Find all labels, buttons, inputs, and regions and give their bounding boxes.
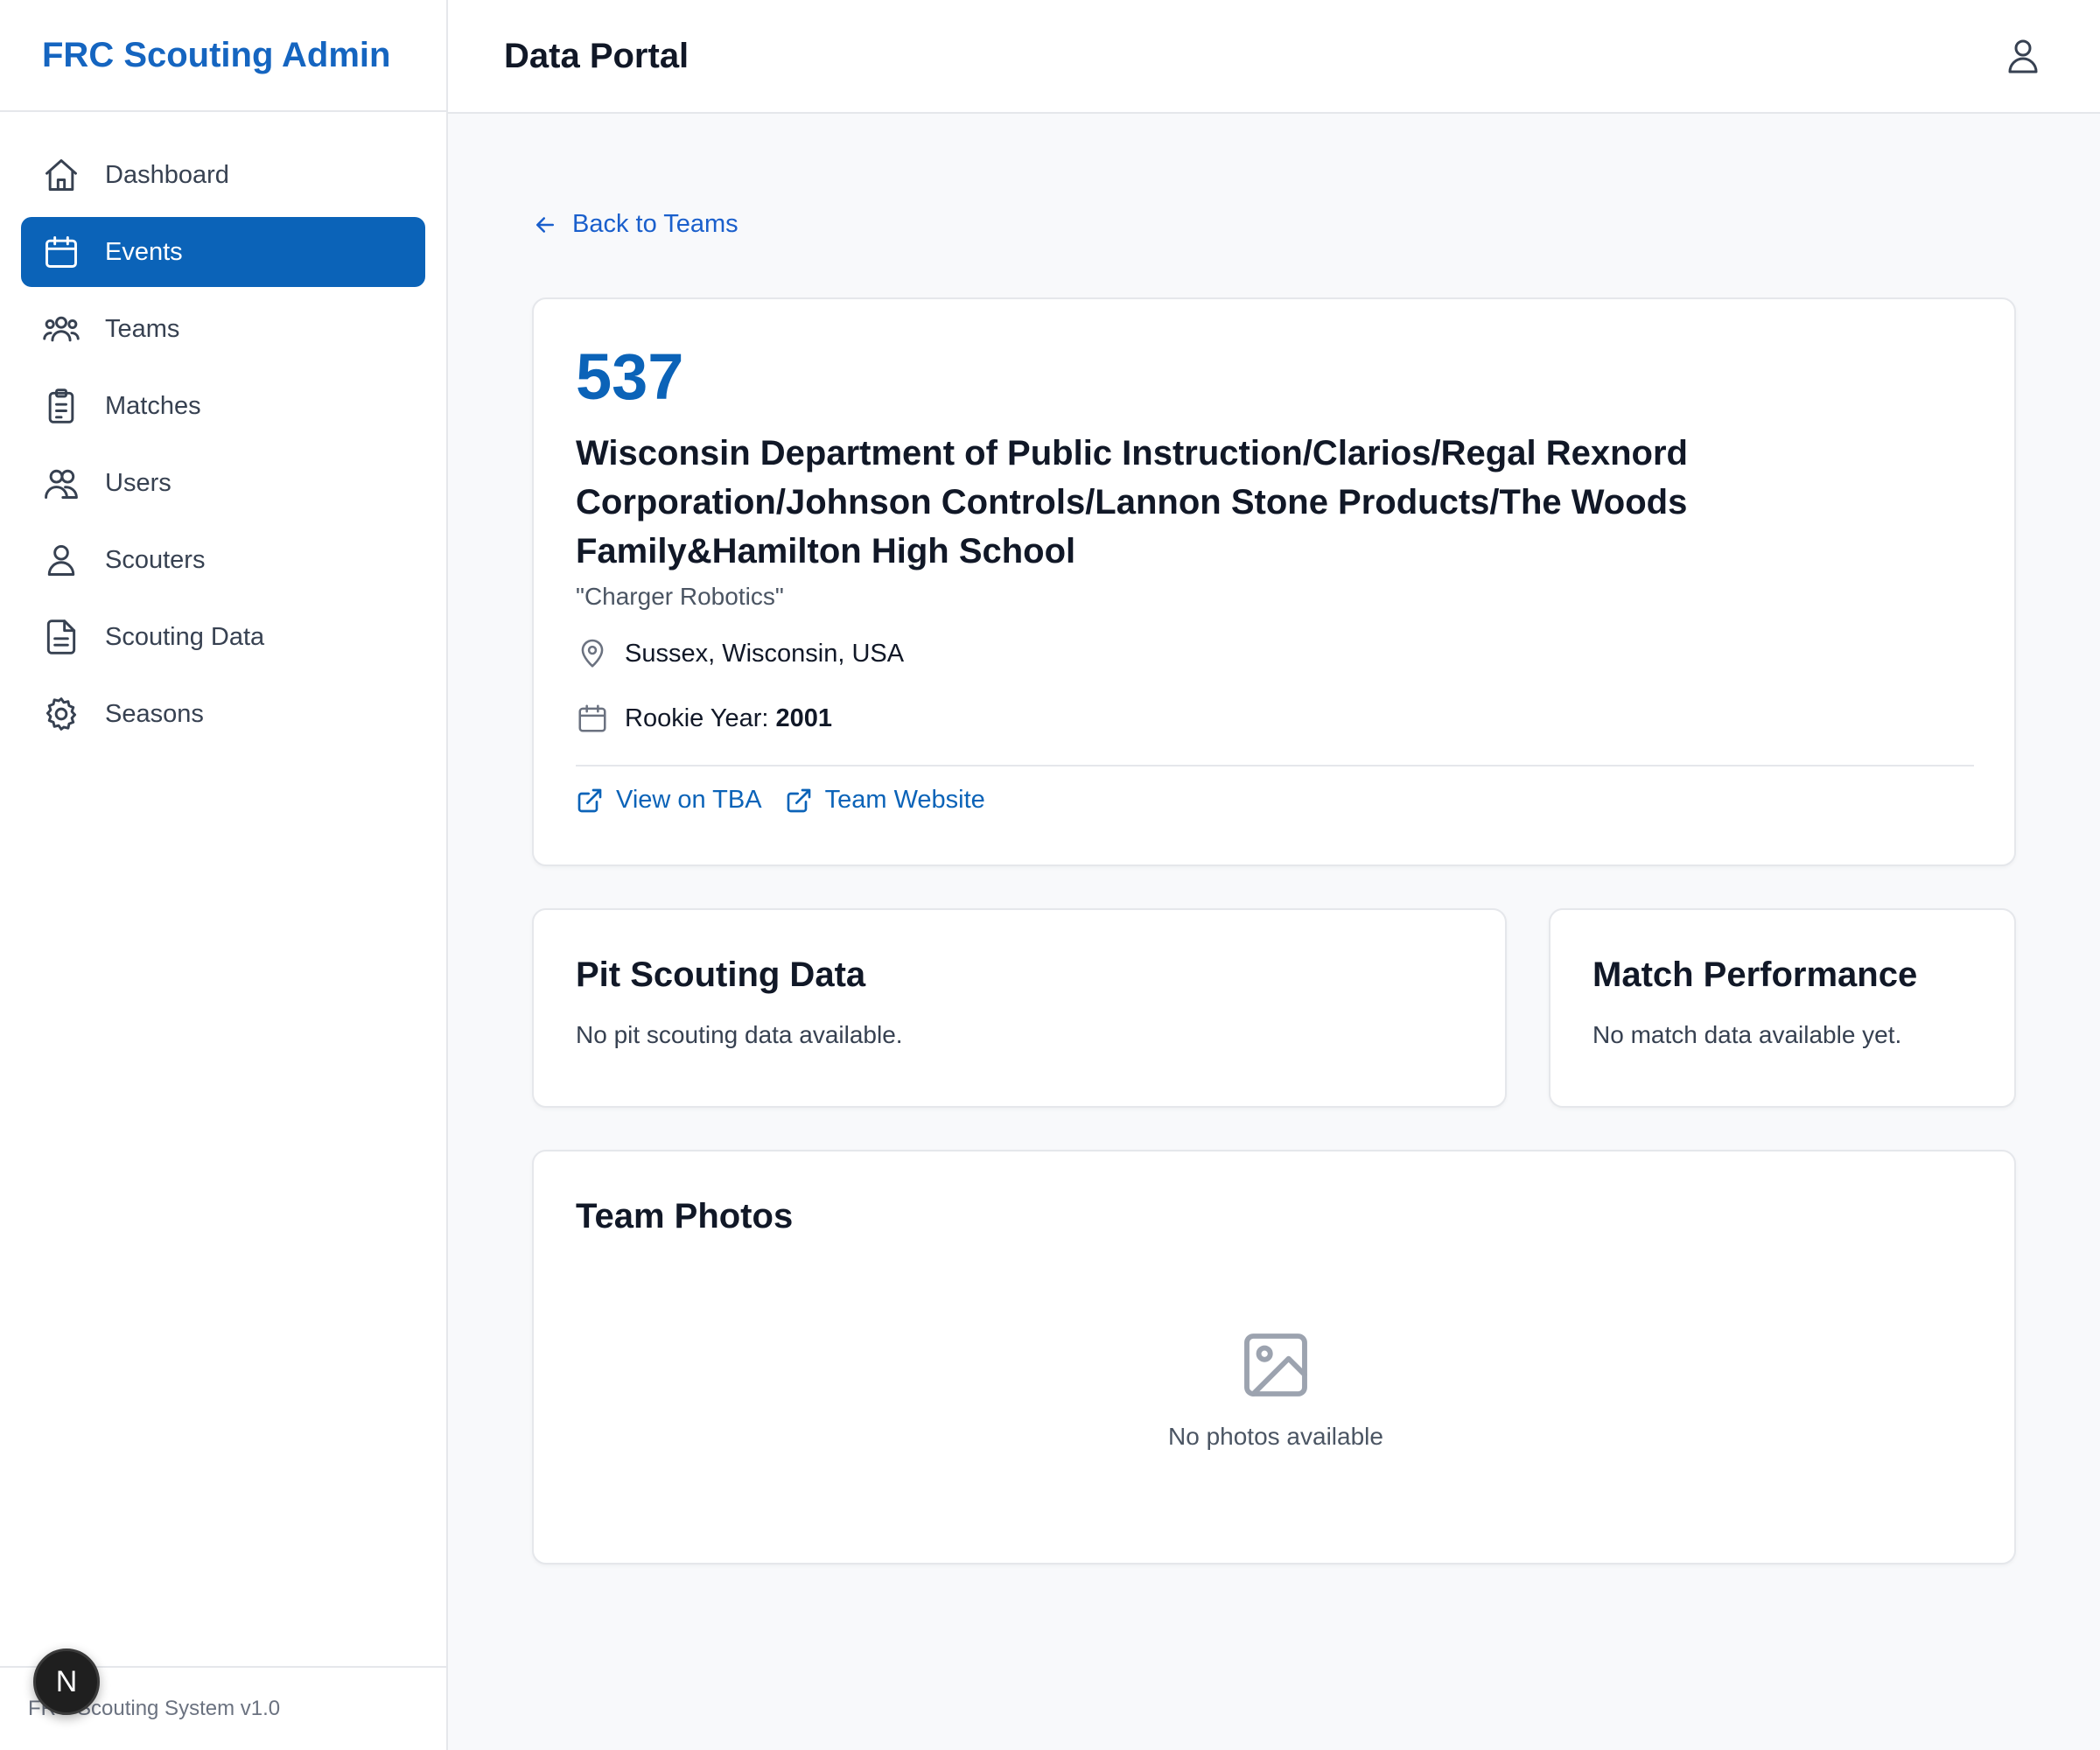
match-empty-text: No match data available yet. [1592,1021,1902,1048]
sidebar-item-label: Seasons [105,699,204,728]
sidebar-item-label: Scouting Data [105,622,265,651]
sidebar-item-label: Users [105,468,172,497]
user-icon [42,541,80,579]
sidebar: FRC Scouting Admin Dashboard Events Team… [0,0,448,1750]
back-to-teams-link[interactable]: Back to Teams [532,210,738,239]
tba-link-label: View on TBA [616,786,762,814]
external-link-icon [787,788,810,812]
sidebar-item-seasons[interactable]: Seasons [21,679,425,749]
document-icon [42,618,80,656]
sidebar-item-label: Matches [105,391,201,420]
calendar-icon [578,704,606,732]
team-name: Wisconsin Department of Public Instructi… [576,434,1688,570]
rookie-year-value: 2001 [775,704,833,732]
pit-empty-text: No pit scouting data available. [576,1021,903,1048]
back-link-label: Back to Teams [572,210,738,238]
pit-card-title: Pit Scouting Data [576,956,866,994]
sidebar-nav: Dashboard Events Teams Matches Users Sco… [0,112,446,749]
home-icon [42,156,80,194]
sidebar-item-teams[interactable]: Teams [21,294,425,364]
team-info-card: 537 Wisconsin Department of Public Instr… [532,298,2016,866]
photos-card-title: Team Photos [576,1197,794,1236]
clipboard-icon [42,387,80,425]
location-text: Sussex, Wisconsin, USA [625,639,905,668]
pit-scouting-card: Pit Scouting Data No pit scouting data a… [532,908,1507,1108]
users-group-icon [42,310,80,348]
dev-tools-badge[interactable]: N [33,1648,100,1715]
sidebar-item-scouting-data[interactable]: Scouting Data [21,602,425,672]
divider [576,765,1974,766]
sidebar-item-events[interactable]: Events [21,217,425,287]
team-location: Sussex, Wisconsin, USA [576,637,1972,670]
team-photos-card: Team Photos No photos available [532,1150,2016,1564]
sidebar-item-label: Teams [105,314,180,343]
top-header: Data Portal [448,0,2100,114]
sidebar-item-label: Scouters [105,545,206,574]
brand-title[interactable]: FRC Scouting Admin [0,0,446,112]
arrow-left-icon [536,216,554,233]
sidebar-item-users[interactable]: Users [21,448,425,518]
users-icon [42,464,80,502]
sidebar-item-scouters[interactable]: Scouters [21,525,425,595]
team-website-link[interactable]: Team Website [785,786,985,815]
view-on-tba-link[interactable]: View on TBA [576,786,762,815]
sidebar-item-label: Dashboard [105,160,229,189]
external-link-icon [578,788,602,812]
team-number: 537 [576,340,684,413]
match-performance-card: Match Performance No match data availabl… [1549,908,2016,1108]
gear-icon [42,695,80,733]
sidebar-item-dashboard[interactable]: Dashboard [21,140,425,210]
sidebar-item-label: Events [105,237,183,266]
sidebar-item-matches[interactable]: Matches [21,371,425,441]
map-pin-icon [581,639,604,668]
calendar-icon [42,233,80,271]
photos-empty-state: No photos available [534,1326,2018,1451]
image-placeholder-icon [1244,1334,1307,1396]
rookie-year-label: Rookie Year: [625,704,769,732]
website-link-label: Team Website [824,786,985,814]
user-icon[interactable] [2002,35,2044,77]
team-rookie-year: Rookie Year: 2001 [576,702,1972,735]
photos-empty-text: No photos available [1168,1423,1383,1450]
team-links: View on TBA Team Website [576,786,1972,815]
page-title: Data Portal [504,36,690,75]
team-nickname: "Charger Robotics" [576,583,784,610]
match-card-title: Match Performance [1592,956,1918,994]
